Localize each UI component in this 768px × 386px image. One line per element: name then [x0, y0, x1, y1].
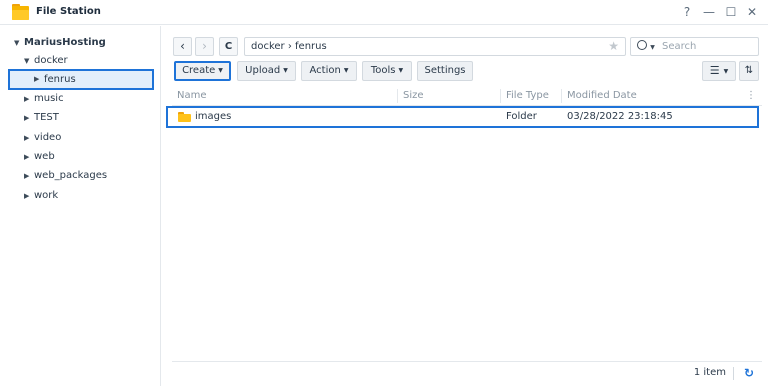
column-file-type[interactable]: File Type — [501, 86, 549, 106]
chevron-right-icon: › — [202, 39, 207, 53]
chevron-down-icon[interactable]: ▼ — [24, 52, 34, 70]
tree-item-label: music — [34, 93, 64, 104]
chevron-left-icon: ‹ — [180, 39, 185, 53]
divider — [733, 367, 734, 380]
tree-root[interactable]: ▼ MariusHosting — [14, 34, 106, 52]
sort-icon: ⇅ — [744, 65, 754, 76]
chevron-down-icon: ▼ — [218, 67, 223, 74]
upload-label: Upload — [245, 65, 281, 76]
upload-button[interactable]: Upload ▼ — [237, 61, 296, 81]
search-placeholder: Search — [662, 41, 697, 52]
action-label: Action — [309, 65, 341, 76]
create-button[interactable]: Create ▼ — [174, 61, 231, 81]
tree-item-video[interactable]: ▶ video — [24, 129, 61, 147]
chevron-right-icon[interactable]: ▶ — [24, 148, 34, 166]
file-station-icon — [12, 4, 29, 20]
sort-button[interactable]: ⇅ — [739, 61, 759, 81]
tree-item-work[interactable]: ▶ work — [24, 187, 58, 205]
chevron-down-icon[interactable]: ▼ — [650, 44, 655, 51]
column-name[interactable]: Name — [172, 86, 207, 106]
table-row[interactable]: images Folder 03/28/2022 23:18:45 — [166, 106, 759, 128]
item-count: 1 item — [693, 367, 726, 378]
chevron-down-icon: ▼ — [343, 67, 349, 74]
minimize-button[interactable]: — — [702, 5, 716, 19]
tree-item-web-packages[interactable]: ▶ web_packages — [24, 167, 107, 185]
chevron-down-icon: ▼ — [283, 67, 288, 74]
tree-item-label: web_packages — [34, 170, 108, 181]
chevron-down-icon: ▼ — [398, 67, 404, 74]
tree-item-test[interactable]: ▶ TEST — [24, 109, 59, 127]
chevron-right-icon[interactable]: ▶ — [24, 90, 34, 108]
action-button[interactable]: Action ▼ — [301, 61, 357, 81]
search-icon — [637, 40, 647, 50]
file-type: Folder — [506, 111, 537, 122]
chevron-right-icon[interactable]: ▶ — [24, 167, 34, 185]
back-button[interactable]: ‹ — [173, 37, 192, 56]
chevron-right-icon[interactable]: ▶ — [24, 109, 34, 127]
search-input[interactable]: ▼ Search — [630, 37, 759, 56]
tree-item-label: docker — [34, 55, 68, 66]
maximize-button[interactable]: ☐ — [724, 5, 738, 19]
chevron-down-icon: ▼ — [723, 68, 729, 75]
chevron-down-icon[interactable]: ▼ — [14, 34, 24, 52]
settings-button[interactable]: Settings — [417, 61, 473, 81]
chevron-right-icon[interactable]: ▶ — [24, 129, 34, 147]
folder-tree: ▼ MariusHosting ▼ docker ▶ fenrus ▶ music ▶ T… — [0, 26, 161, 386]
view-mode-button[interactable]: ☰ ▼ — [702, 61, 736, 81]
tools-label: Tools — [370, 65, 396, 76]
star-icon[interactable]: ★ — [608, 38, 619, 55]
more-options-icon[interactable]: ⋮ — [746, 86, 756, 106]
column-modified-date[interactable]: Modified Date — [562, 86, 637, 106]
tree-item-fenrus[interactable]: ▶ fenrus — [8, 69, 154, 90]
title-bar: File Station ? — ☐ ✕ — [0, 0, 768, 25]
create-label: Create — [182, 65, 216, 76]
chevron-right-icon[interactable]: ▶ — [24, 187, 34, 205]
tree-item-label: TEST — [34, 112, 59, 123]
column-size[interactable]: Size — [398, 86, 424, 106]
file-name: images — [195, 111, 232, 122]
refresh-icon: C — [224, 41, 233, 52]
path-bar[interactable]: docker › fenrus ★ — [244, 37, 626, 56]
app-title: File Station — [36, 6, 101, 17]
tree-item-music[interactable]: ▶ music — [24, 90, 64, 108]
tree-item-web[interactable]: ▶ web — [24, 148, 55, 166]
tree-item-label: work — [34, 190, 59, 201]
status-bar: 1 item ↻ — [172, 361, 762, 385]
chevron-right-icon[interactable]: ▶ — [34, 71, 44, 88]
forward-button[interactable]: › — [195, 37, 214, 56]
settings-label: Settings — [424, 65, 466, 76]
tree-root-label: MariusHosting — [24, 37, 106, 48]
close-button[interactable]: ✕ — [745, 5, 759, 19]
refresh-button[interactable]: C — [219, 37, 238, 56]
refresh-icon[interactable]: ↻ — [744, 362, 754, 384]
tools-button[interactable]: Tools ▼ — [362, 61, 412, 81]
table-header: Name Size File Type Modified Date ⋮ — [172, 86, 762, 106]
folder-icon — [178, 112, 191, 122]
list-view-icon: ☰ — [709, 64, 720, 77]
help-button[interactable]: ? — [680, 5, 694, 19]
tree-item-label: video — [34, 132, 62, 143]
file-modified: 03/28/2022 23:18:45 — [567, 111, 673, 122]
path-text: docker › fenrus — [251, 41, 327, 52]
tree-item-docker[interactable]: ▼ docker — [24, 52, 68, 70]
tree-item-label: web — [34, 151, 55, 162]
tree-item-label: fenrus — [44, 74, 76, 85]
